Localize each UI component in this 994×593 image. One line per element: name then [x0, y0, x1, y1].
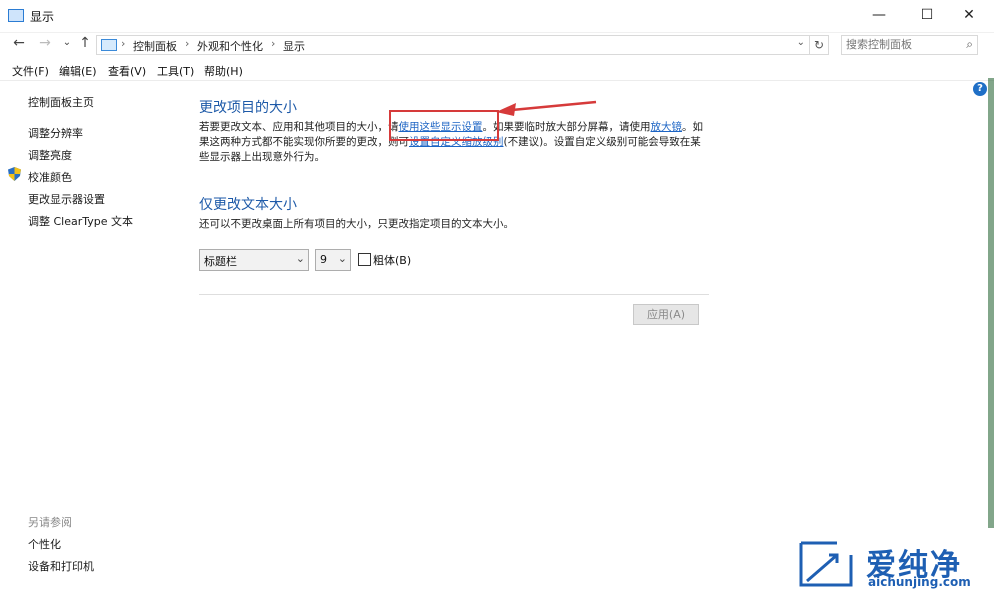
breadcrumb-appearance[interactable]: 外观和个性化 [197, 38, 263, 54]
menu-file[interactable]: 文件(F) [12, 63, 49, 79]
see-also-personalization[interactable]: 个性化 [28, 536, 61, 552]
section-description-text-size: 还可以不更改桌面上所有项目的大小，只更改指定项目的文本大小。 [199, 218, 514, 230]
divider [199, 294, 709, 295]
control-panel-icon [101, 39, 117, 51]
breadcrumb-separator: › [121, 37, 126, 50]
search-box[interactable]: ⌕ [841, 35, 978, 55]
bold-checkbox[interactable] [358, 253, 371, 266]
size-select-dropdown[interactable]: 9 ⌄ [315, 249, 351, 271]
menu-view[interactable]: 查看(V) [108, 63, 146, 79]
forward-arrow-icon[interactable]: → [36, 35, 54, 51]
menu-help[interactable]: 帮助(H) [204, 63, 243, 79]
menu-bar: 文件(F) 编辑(E) 查看(V) 工具(T) 帮助(H) [0, 60, 994, 81]
search-icon[interactable]: ⌕ [966, 37, 973, 52]
background-window-edge [988, 78, 994, 528]
search-input[interactable] [842, 36, 956, 52]
breadcrumb-separator: › [185, 37, 190, 50]
sidebar-item-change-display-settings[interactable]: 更改显示器设置 [28, 191, 105, 207]
watermark-url: aichunjing.com [868, 575, 971, 589]
recent-locations-chevron-icon[interactable]: ⌄ [58, 37, 76, 48]
sidebar-item-cleartype[interactable]: 调整 ClearType 文本 [28, 213, 133, 229]
desc-text-2: 。如果要临时放大部分屏幕，请使用 [482, 121, 651, 133]
sidebar-item-control-panel-home[interactable]: 控制面板主页 [28, 94, 94, 110]
bold-checkbox-label[interactable]: 粗体(B) [373, 252, 411, 268]
refresh-icon[interactable]: ↻ [809, 35, 829, 55]
help-icon[interactable]: ? [973, 82, 987, 96]
breadcrumb-display[interactable]: 显示 [283, 38, 305, 54]
menu-tools[interactable]: 工具(T) [157, 63, 194, 79]
minimize-button[interactable]: — [856, 0, 902, 30]
watermark-logo [799, 541, 853, 587]
up-arrow-icon[interactable]: ↑ [76, 35, 94, 51]
display-app-icon [8, 9, 24, 22]
sidebar-item-adjust-resolution[interactable]: 调整分辨率 [28, 125, 83, 141]
address-bar[interactable]: › 控制面板 › 外观和个性化 › 显示 ⌄ [96, 35, 810, 55]
menu-edit[interactable]: 编辑(E) [59, 63, 97, 79]
size-select-value: 9 [320, 253, 327, 266]
see-also-title: 另请参阅 [28, 516, 72, 529]
see-also-devices-printers[interactable]: 设备和打印机 [28, 558, 94, 574]
sidebar-item-calibrate-color[interactable]: 校准颜色 [28, 169, 72, 185]
close-button[interactable]: ✕ [946, 0, 992, 30]
title-bar: 显示 — ☐ ✕ [0, 0, 994, 33]
item-select-dropdown[interactable]: 标题栏 ⌄ [199, 249, 309, 271]
maximize-button[interactable]: ☐ [904, 0, 950, 30]
chevron-down-icon: ⌄ [337, 252, 347, 265]
back-arrow-icon[interactable]: ← [10, 35, 28, 51]
breadcrumb-control-panel[interactable]: 控制面板 [133, 38, 177, 54]
section-title-change-size: 更改项目的大小 [199, 100, 297, 116]
address-row: ← → ⌄ ↑ › 控制面板 › 外观和个性化 › 显示 ⌄ ↻ ⌕ [0, 32, 994, 58]
item-select-value: 标题栏 [204, 255, 237, 268]
apply-button[interactable]: 应用(A) [633, 304, 699, 325]
chevron-down-icon: ⌄ [295, 252, 305, 265]
annotation-arrow-icon [496, 100, 597, 116]
sidebar-item-adjust-brightness[interactable]: 调整亮度 [28, 147, 72, 163]
link-magnifier[interactable]: 放大镜 [651, 121, 683, 133]
address-dropdown-chevron-icon[interactable]: ⌄ [797, 37, 805, 48]
window-title: 显示 [30, 10, 55, 24]
shield-icon [8, 167, 21, 181]
annotation-highlight-box [389, 110, 499, 141]
section-title-text-size: 仅更改文本大小 [199, 197, 297, 213]
desc-text-1: 若要更改文本、应用和其他项目的大小，请 [199, 121, 399, 133]
breadcrumb-separator: › [271, 37, 276, 50]
